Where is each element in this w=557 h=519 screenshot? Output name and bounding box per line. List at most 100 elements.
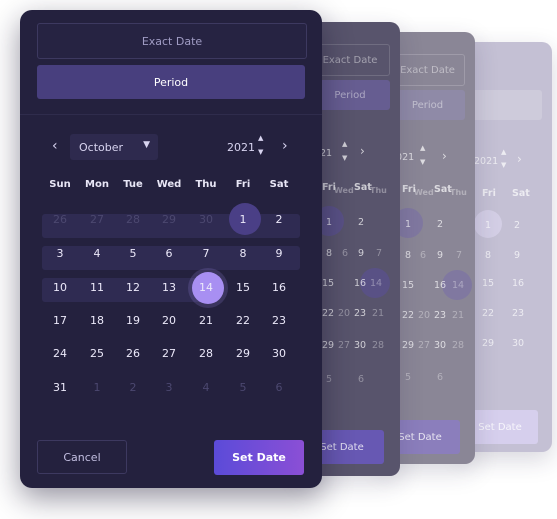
ghost-day: 8 (485, 250, 492, 261)
ghost-day: 20 (418, 310, 431, 321)
ghost-next-icon: › (517, 152, 522, 166)
calendar-day-outside[interactable]: 27 (79, 211, 115, 229)
ghost-day: 21 (372, 308, 385, 319)
ghost-col-fri: Fri (482, 188, 496, 199)
calendar-day[interactable]: 10 (42, 279, 78, 297)
calendar-day[interactable]: 26 (115, 345, 151, 363)
calendar-day[interactable]: 5 (115, 245, 151, 263)
ghost-col-sat: Sat (512, 188, 530, 199)
weekday-label: Tue (123, 179, 143, 190)
calendar-day[interactable]: 18 (79, 312, 115, 330)
calendar-day[interactable]: 16 (261, 279, 297, 297)
year-up-icon[interactable]: ▲ (258, 135, 263, 142)
calendar-day-outside[interactable]: 6 (261, 379, 297, 397)
calendar-day[interactable]: 11 (79, 279, 115, 297)
calendar-day[interactable]: 24 (42, 345, 78, 363)
ghost-day: 27 (418, 340, 431, 351)
ghost-day: 6 (342, 248, 349, 259)
ghost-day: 6 (420, 250, 427, 261)
ghost-col-thu: Thu (450, 188, 467, 197)
calendar-day-outside[interactable]: 30 (188, 211, 224, 229)
ghost-day: 15 (482, 278, 495, 289)
calendar-day[interactable]: 12 (115, 279, 151, 297)
calendar-day[interactable]: 21 (188, 312, 224, 330)
year-value: 2021 (227, 141, 255, 154)
cancel-button-label: Cancel (63, 450, 101, 464)
calendar-day-outside[interactable]: 29 (151, 211, 187, 229)
next-month-icon[interactable]: › (282, 138, 288, 154)
ghost-period-tab: Period (310, 80, 390, 110)
ghost-col-wed: Wed (334, 186, 354, 195)
calendar-day[interactable]: 30 (261, 345, 297, 363)
ghost-set-date-label: Set Date (398, 431, 442, 443)
ghost-year-up-icon: ▲ (342, 140, 348, 148)
calendar-day[interactable]: 19 (115, 312, 151, 330)
calendar-day[interactable]: 7 (188, 245, 224, 263)
calendar-day[interactable]: 14 (188, 279, 224, 297)
calendar-day[interactable]: 22 (225, 312, 261, 330)
set-date-button[interactable]: Set Date (214, 440, 304, 475)
ghost-period-label: Period (411, 99, 444, 111)
ghost-day: 28 (372, 340, 385, 351)
ghost-day: 9 (437, 250, 444, 261)
ghost-period-tab (470, 90, 542, 120)
ghost-day: 6 (437, 372, 444, 383)
ghost-day: 30 (512, 338, 525, 349)
calendar-day[interactable]: 23 (261, 312, 297, 330)
calendar-day[interactable]: 3 (42, 245, 78, 263)
weekday-label: Thu (195, 179, 217, 190)
month-select-value: October (79, 140, 124, 154)
ghost-day: 16 (354, 278, 367, 289)
calendar-day-outside[interactable]: 3 (151, 379, 187, 397)
ghost-next-icon: › (442, 149, 447, 163)
prev-month-icon[interactable]: ‹ (52, 138, 58, 154)
ghost-set-date-label: Set Date (320, 441, 364, 453)
ghost-next-icon: › (360, 144, 365, 158)
calendar-day-outside[interactable]: 28 (115, 211, 151, 229)
ghost-exact-tab: Exact Date (310, 44, 390, 76)
ghost-day: 16 (434, 280, 447, 291)
ghost-day: 5 (326, 374, 333, 385)
ghost-day: 22 (402, 310, 415, 321)
ghost-day: 9 (514, 250, 521, 261)
ghost-day: 29 (322, 340, 335, 351)
calendar-day[interactable]: 8 (225, 245, 261, 263)
calendar-day[interactable]: 29 (225, 345, 261, 363)
cancel-button[interactable]: Cancel (37, 440, 127, 474)
ghost-day: 30 (354, 340, 367, 351)
ghost-day: 7 (456, 250, 463, 261)
calendar-day-outside[interactable]: 4 (188, 379, 224, 397)
calendar-day[interactable]: 13 (151, 279, 187, 297)
month-select[interactable]: October ▼ (70, 134, 158, 160)
weekday-label: Sun (49, 179, 71, 190)
ghost-day: 22 (482, 308, 495, 319)
calendar-day-outside[interactable]: 26 (42, 211, 78, 229)
calendar-day[interactable]: 25 (79, 345, 115, 363)
ghost-day: 28 (452, 340, 465, 351)
ghost-day: 23 (434, 310, 447, 321)
year-down-icon[interactable]: ▼ (258, 149, 263, 156)
calendar-day-outside[interactable]: 2 (115, 379, 151, 397)
calendar-day[interactable]: 28 (188, 345, 224, 363)
tab-period[interactable]: Period (37, 65, 305, 99)
ghost-day: 15 (322, 278, 335, 289)
calendar-day[interactable]: 20 (151, 312, 187, 330)
calendar-day[interactable]: 9 (261, 245, 297, 263)
calendar-day-outside[interactable]: 5 (225, 379, 261, 397)
calendar-day[interactable]: 4 (79, 245, 115, 263)
calendar-day[interactable]: 27 (151, 345, 187, 363)
calendar-day-outside[interactable]: 1 (79, 379, 115, 397)
ghost-set-date-label: Set Date (478, 421, 522, 433)
calendar-day[interactable]: 15 (225, 279, 261, 297)
tab-period-label: Period (153, 75, 189, 89)
calendar-day[interactable]: 1 (225, 211, 261, 229)
calendar-day[interactable]: 6 (151, 245, 187, 263)
calendar-day[interactable]: 2 (261, 211, 297, 229)
ghost-col-thu: Thu (370, 186, 387, 195)
calendar-day[interactable]: 31 (42, 379, 78, 397)
calendar-day[interactable]: 17 (42, 312, 78, 330)
ghost-day: 14 (452, 280, 465, 291)
tab-exact-date-label: Exact Date (141, 34, 203, 48)
divider (20, 114, 322, 115)
tab-exact-date[interactable]: Exact Date (37, 23, 307, 59)
